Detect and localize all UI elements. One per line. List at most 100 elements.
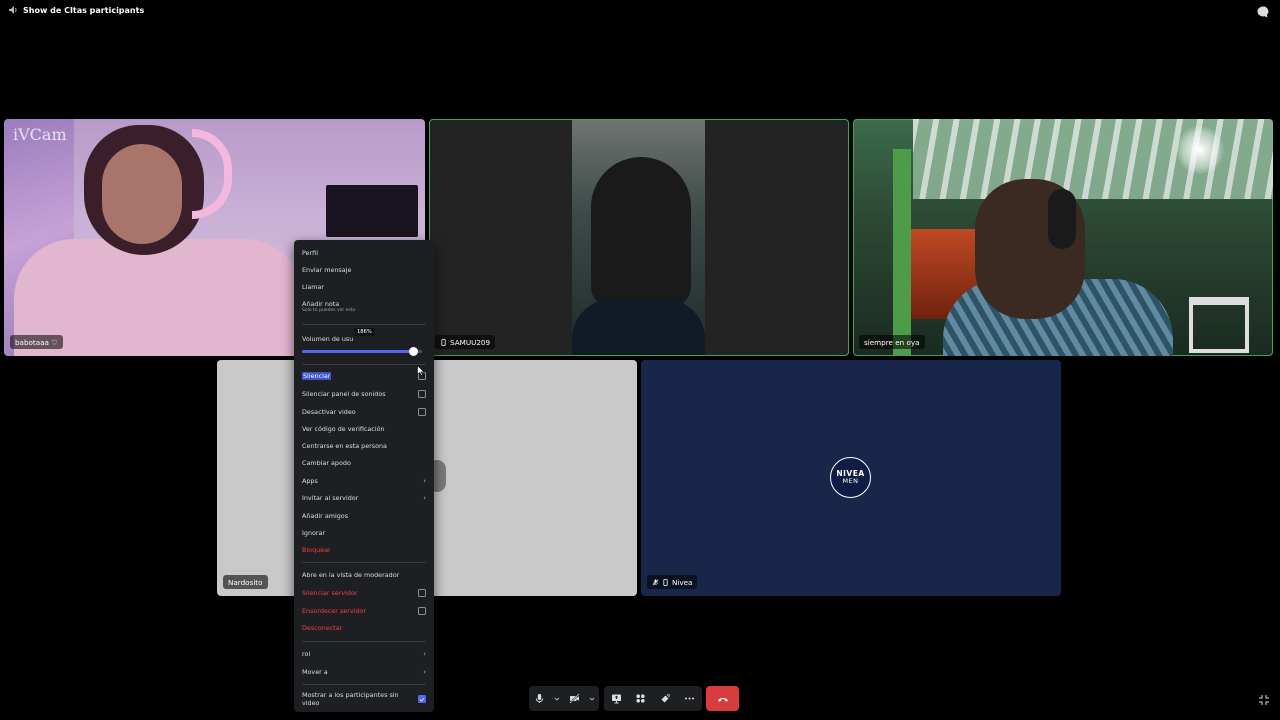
menu-item-disconnect[interactable]: Desconectar [302, 622, 426, 634]
server-mute-checkbox[interactable] [418, 589, 426, 597]
logo-text-line2: MEN [842, 477, 859, 485]
microphone-icon [536, 694, 544, 703]
participant-name: Nivea [672, 577, 693, 587]
menu-item-label: Cambiar apodo [302, 459, 351, 467]
menu-item-server-mute[interactable]: Silenciar servidor [302, 587, 426, 599]
participant-name: Nardosito [228, 577, 263, 587]
show-no-video-checkbox[interactable] [418, 695, 426, 703]
soundboard-button[interactable] [657, 691, 673, 707]
muted-mic-icon [652, 579, 659, 585]
video-person-face [102, 144, 182, 244]
menu-item-label: Ver código de verificación [302, 425, 385, 433]
camera-off-icon [569, 693, 580, 704]
menu-item-mute-soundboard[interactable]: Silenciar panel de sonidos [302, 388, 426, 400]
mobile-icon [441, 338, 446, 346]
menu-item-label: Invitar al servidor [302, 494, 359, 502]
video-tile-nivea[interactable]: NIVEA MEN Nivea [641, 360, 1061, 596]
slider-handle[interactable] [409, 347, 419, 356]
menu-item-add-friends[interactable]: Añadir amigos [302, 510, 426, 522]
checkmark-icon [419, 697, 425, 702]
participant-nametag: Nivea [647, 575, 698, 589]
menu-item-verify-code[interactable]: Ver código de verificación [302, 423, 426, 435]
activity-controls [604, 686, 702, 711]
participant-nametag: siempre en oya [859, 335, 925, 349]
menu-item-label: Mostrar a los participantes sin video [302, 691, 399, 707]
menu-item-label: Silenciar [302, 372, 332, 380]
chat-bubble-icon[interactable] [1256, 5, 1270, 19]
menu-divider [302, 364, 426, 365]
menu-item-label: Mover a [302, 668, 328, 676]
video-tile-samuu209[interactable]: SAMUU209 [429, 119, 849, 356]
menu-item-label: Apps [302, 477, 318, 485]
menu-item-label: rol [302, 650, 311, 658]
volume-tooltip: 186% [354, 328, 375, 336]
more-button[interactable] [682, 691, 698, 707]
video-chair [1189, 297, 1249, 353]
camera-options-button[interactable] [588, 691, 596, 707]
activities-button[interactable] [633, 691, 649, 707]
channel-title: Show de CItas participants [23, 5, 145, 15]
menu-item-call[interactable]: Llamar [302, 281, 426, 293]
top-bar: Show de CItas participants [0, 0, 1280, 24]
menu-item-block[interactable]: Bloquear [302, 544, 426, 556]
mute-soundboard-checkbox[interactable] [418, 390, 426, 398]
video-headset [192, 129, 232, 219]
menu-item-disable-video[interactable]: Desactivar video [302, 406, 426, 418]
video-tile-siempre-en-oya[interactable]: siempre en oya [853, 119, 1273, 356]
slider-fill [302, 350, 414, 353]
participant-nametag: babotaaa ♡ [10, 335, 63, 349]
menu-item-label: Abre en la vista de moderador [302, 571, 400, 579]
menu-item-add-note[interactable]: Añadir nota Solo tú puedes ver esto [302, 298, 426, 313]
mobile-icon [663, 578, 668, 586]
exit-fullscreen-icon[interactable] [1258, 694, 1270, 706]
mic-options-button[interactable] [553, 691, 561, 707]
participant-nametag: Nardosito [223, 575, 268, 589]
menu-item-open-moderator[interactable]: Abre en la vista de moderador [302, 569, 426, 581]
user-volume-slider[interactable] [302, 347, 422, 356]
video-person-body [572, 299, 705, 355]
menu-item-mute[interactable]: Silenciar [302, 370, 426, 382]
menu-item-label: Ignorar [302, 529, 326, 537]
menu-item-role[interactable]: rol › [302, 648, 426, 660]
menu-item-label: Añadir nota [302, 300, 340, 308]
more-icon [685, 697, 695, 700]
menu-item-move-to[interactable]: Mover a › [302, 666, 426, 678]
hangup-icon [717, 697, 728, 702]
menu-item-server-deafen[interactable]: Ensordecer servidor [302, 605, 426, 617]
menu-item-label: Bloquear [302, 546, 331, 554]
server-deafen-checkbox[interactable] [418, 607, 426, 615]
mouse-cursor-icon [417, 365, 425, 376]
menu-item-apps[interactable]: Apps › [302, 475, 426, 487]
hangup-button[interactable] [706, 686, 739, 711]
menu-divider [302, 562, 426, 563]
video-background-object [326, 185, 418, 237]
menu-item-invite-server[interactable]: Invitar al servidor › [302, 492, 426, 504]
disable-video-checkbox[interactable] [418, 408, 426, 416]
av-controls [529, 686, 599, 711]
menu-item-profile[interactable]: Perfil [302, 247, 426, 259]
menu-item-label: Silenciar servidor [302, 589, 358, 597]
menu-item-send-message[interactable]: Enviar mensaje [302, 264, 426, 276]
menu-item-change-nickname[interactable]: Cambiar apodo [302, 457, 426, 469]
participant-name: babotaaa ♡ [15, 337, 58, 347]
menu-item-focus-person[interactable]: Centrarse en esta persona [302, 440, 426, 452]
microphone-button[interactable] [532, 691, 548, 707]
soundboard-icon [661, 693, 671, 703]
menu-divider [302, 684, 426, 685]
camera-button[interactable] [567, 691, 583, 707]
chevron-right-icon: › [423, 668, 426, 676]
menu-item-ignore[interactable]: Ignorar [302, 527, 426, 539]
chevron-right-icon: › [423, 494, 426, 502]
screen-share-button[interactable] [608, 691, 624, 707]
menu-item-label: Silenciar panel de sonidos [302, 390, 386, 398]
participant-nametag: SAMUU209 [435, 335, 496, 349]
menu-item-show-no-video[interactable]: Mostrar a los participantes sin video [302, 691, 426, 707]
menu-item-label: Añadir amigos [302, 512, 349, 520]
menu-item-hint: Solo tú puedes ver esto [302, 308, 356, 313]
call-controls [529, 686, 741, 711]
chevron-right-icon: › [423, 650, 426, 658]
user-volume-label: Volumen de usu [302, 335, 354, 343]
user-context-menu: Perfil Enviar mensaje Llamar Añadir nota… [294, 240, 434, 712]
menu-item-label: Desactivar video [302, 408, 356, 416]
chevron-down-icon [554, 697, 560, 701]
